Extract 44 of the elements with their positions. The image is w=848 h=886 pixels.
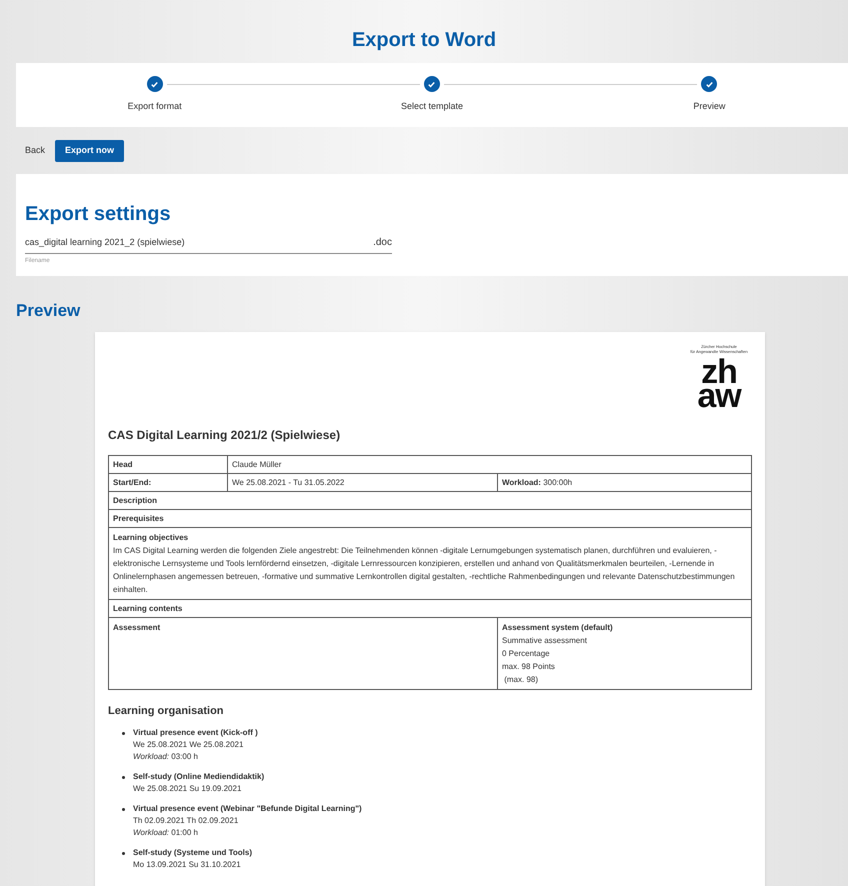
- table-cell: We 25.08.2021 - Tu 31.05.2022: [228, 473, 498, 491]
- export-now-button[interactable]: Export now: [55, 140, 124, 162]
- cell-heading: Learning objectives: [113, 532, 190, 544]
- table-cell: Assessment: [108, 617, 498, 689]
- filename-field[interactable]: cas_digital learning 2021_2 (spielwiese) .doc: [25, 235, 392, 254]
- document-title: CAS Digital Learning 2021/2 (Spielwiese): [108, 426, 342, 444]
- table-cell: Claude Müller: [228, 455, 752, 473]
- settings-heading: Export settings: [25, 202, 172, 227]
- workload-text: Workload: 300:00h: [502, 478, 572, 486]
- section-heading: Learning organisation: [108, 704, 225, 718]
- bullet-icon: [122, 808, 125, 811]
- event-dates: Mo 13.09.2021 Su 31.10.2021: [133, 859, 242, 871]
- table-cell: Head: [108, 455, 228, 473]
- objectives-text: Im CAS Digital Learning werden die folgenden Ziele angestrebt: Die Teilnehmenden können -digitale Lernumgebungen systematisch planen, durchführen und evaluieren, -elektronische Lernsysteme und Tools lernfördernd einsetzen, -digitale Lernressourcen konzipieren, erstellen und anhand von Qualitätsmerkmalen beurteilen, -Lernende in Onlinelernphasen angemessen betreuen, -formative und summative Lernkontrollen digital gestalten, -rechtliche Rahmenbedingungen und relevante Datenschutzbestimmungen einhalten.: [113, 544, 736, 596]
- cell-heading: Assessment system (default): [502, 622, 614, 634]
- step-label: Export format: [128, 100, 182, 113]
- assessment-line: Summative assessment: [502, 634, 588, 646]
- logo: zh aw: [697, 360, 741, 408]
- bullet-icon: [122, 776, 125, 779]
- event-dates: We 25.08.2021 Su 19.09.2021: [133, 783, 242, 795]
- table-cell: Description: [108, 491, 752, 509]
- table-cell: Learning contents: [108, 599, 752, 617]
- event-title: Self-study (Online Mediendidaktik): [133, 771, 264, 783]
- back-button[interactable]: Back: [25, 144, 46, 158]
- assessment-line: (max. 98): [503, 674, 540, 686]
- event-title: Virtual presence event (Kick-off ): [133, 727, 258, 739]
- bullet-icon: [122, 852, 125, 855]
- page-title: Export to Word: [352, 28, 496, 53]
- event-dates: We 25.08.2021 We 25.08.2021: [133, 739, 244, 751]
- step-label: Select template: [400, 100, 464, 113]
- event-title: Self-study (Systeme und Tools): [133, 847, 252, 859]
- filename-value: cas_digital learning 2021_2 (spielwiese): [25, 236, 185, 249]
- table-cell: Prerequisites: [108, 509, 752, 527]
- event-title: Virtual presence event (Webinar "Befunde Digital Learning"): [133, 803, 362, 815]
- bullet-icon: [122, 732, 125, 735]
- event-workload: Workload: 03:00 h: [133, 751, 199, 763]
- file-extension: .doc: [373, 236, 392, 250]
- event-dates: Th 02.09.2021 Th 02.09.2021: [133, 815, 240, 827]
- assessment-line: max. 98 Points: [502, 660, 556, 672]
- event-workload: Workload: 01:00 h: [133, 827, 199, 839]
- preview-heading: Preview: [16, 300, 82, 322]
- assessment-line: 0 Percentage: [502, 648, 551, 660]
- step-label: Preview: [693, 100, 726, 113]
- table-cell: Start/End:: [108, 473, 228, 491]
